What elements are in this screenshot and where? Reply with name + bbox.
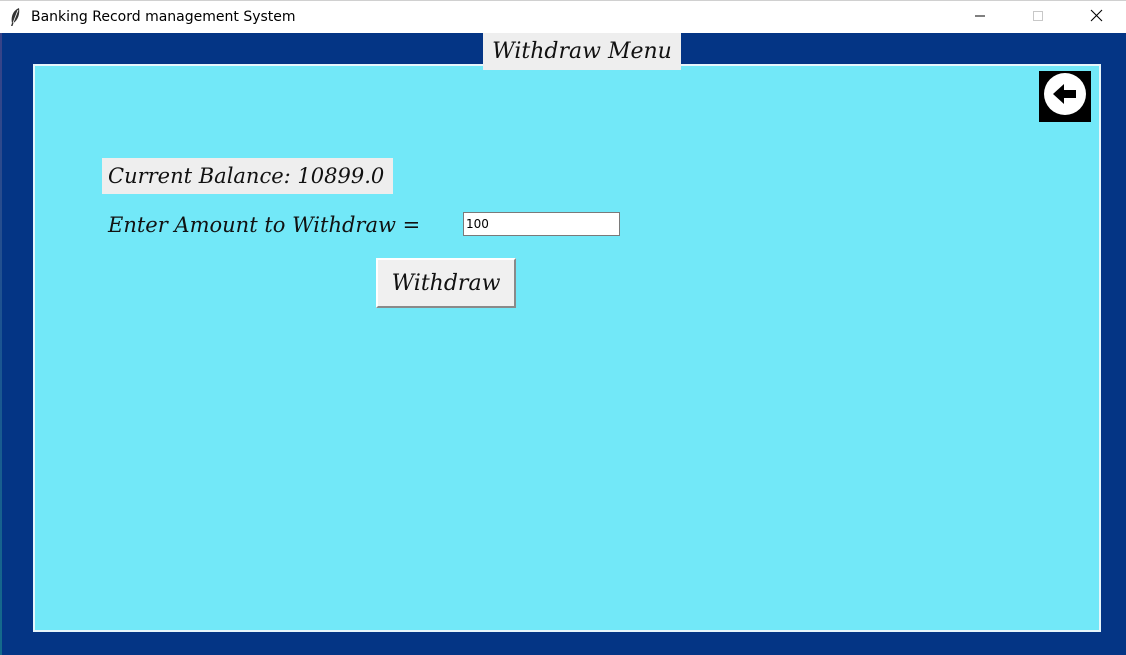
maximize-icon <box>1032 9 1044 27</box>
minimize-button[interactable] <box>957 1 1003 34</box>
maximize-button[interactable] <box>1015 1 1061 34</box>
app-window: Banking Record management System Withdra… <box>0 0 1126 655</box>
window-edge <box>0 33 2 655</box>
back-button[interactable] <box>1039 71 1091 122</box>
window-title: Banking Record management System <box>31 9 296 25</box>
close-icon <box>1090 9 1103 27</box>
minimize-icon <box>974 9 986 27</box>
withdraw-button[interactable]: Withdraw <box>376 258 516 308</box>
withdraw-amount-input[interactable] <box>463 212 620 236</box>
back-arrow-icon <box>1042 71 1088 122</box>
feather-icon <box>8 7 22 27</box>
current-balance-label: Current Balance: 10899.0 <box>102 158 393 194</box>
page-title: Withdraw Menu <box>483 33 681 70</box>
close-button[interactable] <box>1073 1 1119 34</box>
withdraw-panel <box>33 64 1101 632</box>
withdraw-amount-label: Enter Amount to Withdraw = <box>108 213 421 237</box>
title-bar[interactable]: Banking Record management System <box>0 0 1126 33</box>
